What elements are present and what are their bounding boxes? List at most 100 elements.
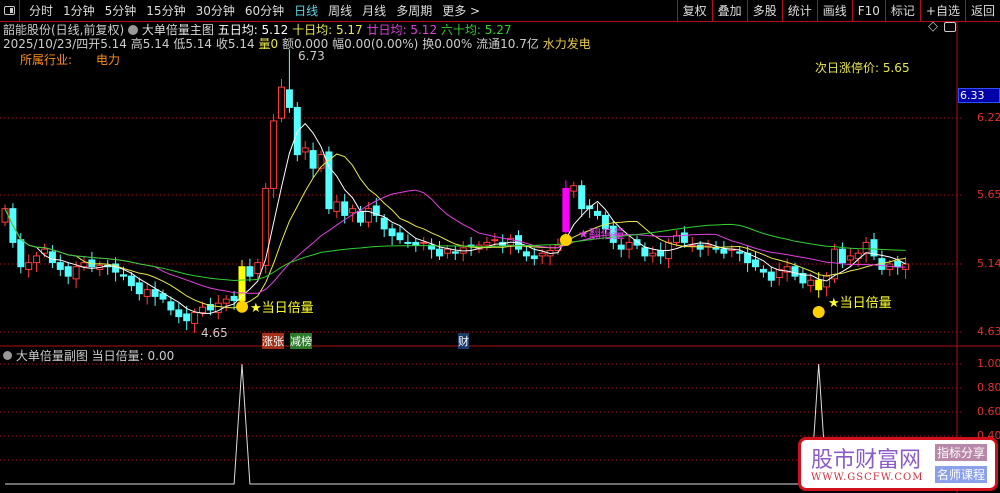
candle bbox=[341, 201, 349, 216]
candle bbox=[349, 208, 357, 214]
candle bbox=[17, 239, 25, 268]
sub-chart-header: 大单倍量副图 当日倍量: 0.00 bbox=[3, 347, 174, 364]
quote-low: 低5.14 bbox=[173, 37, 213, 51]
candle bbox=[807, 279, 815, 287]
collapse-icon[interactable] bbox=[3, 351, 12, 360]
candle bbox=[404, 241, 412, 244]
candle bbox=[48, 251, 56, 264]
candle bbox=[451, 251, 459, 254]
quote-high: 高5.14 bbox=[130, 37, 170, 51]
candle bbox=[720, 248, 728, 254]
candle bbox=[736, 251, 744, 254]
candle bbox=[262, 187, 270, 266]
watermark-name: 股市财富网 bbox=[811, 448, 922, 473]
candle bbox=[364, 208, 372, 223]
candle bbox=[151, 289, 159, 297]
candle bbox=[127, 275, 135, 287]
quote-line: 2025/10/23/四开5.14 高5.14 低5.14 收5.14 量0 额… bbox=[3, 35, 591, 52]
sub-axis-tick: 0.80 bbox=[977, 381, 1000, 394]
candle bbox=[246, 266, 254, 277]
candle bbox=[436, 248, 443, 257]
candle bbox=[530, 255, 538, 260]
candle bbox=[712, 247, 720, 250]
candle bbox=[704, 244, 712, 247]
next-limit-price: 次日涨停价: 5.65 bbox=[815, 61, 910, 75]
low-price-label: 4.65 bbox=[201, 326, 228, 340]
candle bbox=[412, 241, 420, 246]
sub-indicator-name[interactable]: 大单倍量副图 bbox=[16, 349, 88, 363]
candle bbox=[80, 262, 88, 268]
event-tag[interactable]: 减榜 bbox=[290, 333, 312, 349]
candle bbox=[199, 306, 206, 314]
candle bbox=[815, 279, 823, 291]
event-tag[interactable]: 财 bbox=[458, 333, 469, 349]
diamond-icon[interactable]: ◇ bbox=[928, 19, 938, 34]
watermark-badge-course: 名师课程 bbox=[935, 466, 988, 483]
money-bag-icon bbox=[559, 234, 572, 246]
candle bbox=[64, 266, 72, 277]
signal-label: ★当日倍量 bbox=[250, 301, 314, 316]
candle bbox=[420, 241, 428, 244]
sub-axis-tick: 0.60 bbox=[977, 405, 1000, 418]
candle bbox=[357, 210, 364, 223]
indicator-dropdown-icon[interactable] bbox=[128, 25, 139, 35]
candle bbox=[388, 228, 396, 237]
candle bbox=[522, 251, 530, 257]
candle bbox=[625, 241, 633, 250]
candle bbox=[191, 312, 199, 324]
candle bbox=[752, 259, 759, 268]
quote-date: 2025/10/23/四 bbox=[3, 37, 89, 51]
candle bbox=[688, 244, 696, 247]
price-axis-tick: 4.63 bbox=[977, 325, 1000, 338]
candle bbox=[862, 241, 870, 254]
panel-icon[interactable] bbox=[944, 22, 956, 32]
current-price-marker: 6.33 bbox=[958, 88, 1000, 103]
watermark-badge-share: 指标分享 bbox=[935, 444, 988, 461]
candle bbox=[838, 248, 846, 264]
candle bbox=[680, 232, 688, 243]
candle bbox=[72, 266, 80, 280]
smiley-icon bbox=[812, 306, 825, 318]
industry-value: 电力 bbox=[96, 53, 121, 67]
price-axis-tick: 6.22 bbox=[977, 111, 1000, 124]
candle bbox=[617, 244, 625, 250]
sub-axis-tick: 1.00 bbox=[977, 357, 1000, 370]
watermark-logo: 股市财富网 WWW.GSCFW.COM 指标分享 名师课程 bbox=[798, 437, 998, 491]
quote-vol: 0 bbox=[270, 37, 279, 51]
price-axis-tick: 5.65 bbox=[977, 188, 1000, 201]
candle bbox=[143, 289, 151, 297]
candle bbox=[791, 266, 799, 277]
candle bbox=[1, 208, 9, 223]
price-axis-tick: 5.14 bbox=[977, 257, 1000, 270]
quote-concept[interactable]: 水力发电 bbox=[543, 37, 591, 51]
candle bbox=[56, 262, 64, 270]
candle bbox=[846, 255, 854, 261]
candle bbox=[301, 147, 309, 153]
candle bbox=[33, 255, 41, 264]
quote-turnover: 换0.00% bbox=[422, 37, 473, 51]
candle bbox=[649, 252, 657, 257]
candle bbox=[309, 150, 317, 169]
candle bbox=[823, 275, 831, 288]
event-tag[interactable]: 涨张 bbox=[262, 333, 284, 349]
candle bbox=[759, 268, 767, 273]
candle bbox=[120, 274, 127, 277]
candle bbox=[578, 185, 586, 210]
candle bbox=[222, 298, 230, 304]
candle bbox=[570, 185, 578, 192]
candle bbox=[333, 201, 341, 212]
candle bbox=[167, 301, 175, 311]
signal-label-magenta: ★翻倍量 bbox=[578, 227, 625, 241]
signal-label: ★当日倍量 bbox=[828, 296, 892, 311]
sub-indicator-value: 当日倍量: 0.00 bbox=[91, 349, 175, 363]
candle bbox=[278, 86, 285, 119]
high-price-label: 6.73 bbox=[298, 49, 325, 63]
candle bbox=[25, 262, 33, 270]
candle bbox=[594, 210, 601, 216]
quote-range: 幅0.00(0.00%) bbox=[332, 37, 419, 51]
candle bbox=[135, 282, 143, 295]
quote-close: 收5.14 bbox=[215, 37, 255, 51]
candle bbox=[894, 260, 902, 268]
industry-label: 所属行业: bbox=[20, 53, 73, 67]
candle bbox=[380, 217, 388, 230]
